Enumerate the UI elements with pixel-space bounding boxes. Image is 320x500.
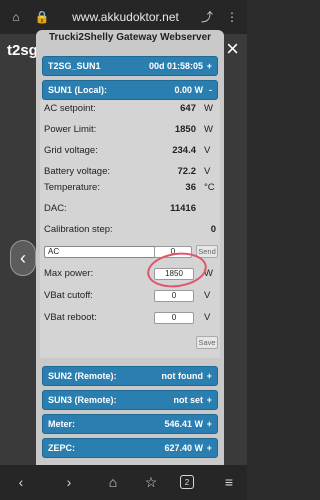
menu-icon[interactable]: ⋮ <box>224 9 240 25</box>
sun1-name: SUN1 (Local): <box>48 85 108 95</box>
mode-select[interactable]: AC ▼ <box>44 246 172 258</box>
vbat-reboot-input[interactable]: 0 <box>154 312 194 324</box>
lock-icon: 🔒 <box>34 10 50 24</box>
meter-bar[interactable]: Meter: 546.41 W + <box>42 414 218 434</box>
more-icon[interactable]: ≡ <box>220 474 238 490</box>
bar-label: SUN3 (Remote): <box>48 395 117 405</box>
gateway-panel: Trucki2Shelly Gateway Webserver T2SG_SUN… <box>36 30 224 470</box>
bar-label: Meter: <box>48 419 76 429</box>
row-ac-setpoint: AC setpoint: 647 W <box>42 101 218 117</box>
expand-icon[interactable]: + <box>207 391 212 409</box>
home-nav-icon[interactable]: ⌂ <box>104 474 122 490</box>
close-icon[interactable]: × <box>226 38 239 60</box>
row-label: Grid voltage: <box>44 145 98 156</box>
row-battery-voltage: Battery voltage: 72.2 V <box>42 164 218 180</box>
row-value: 72.2 <box>177 166 197 177</box>
collapse-icon[interactable]: - <box>209 81 212 99</box>
setting-label: VBat cutoff: <box>44 290 93 301</box>
share-icon[interactable]: ⤴ <box>199 9 215 25</box>
row-unit: V <box>204 166 211 177</box>
expand-icon[interactable]: + <box>207 367 212 385</box>
zepc-bar[interactable]: ZEPC: 627.40 W + <box>42 438 218 458</box>
setting-label: Max power: <box>44 268 94 279</box>
bar-value: 546.41 W <box>164 419 203 429</box>
row-value: 36 <box>185 182 196 193</box>
sun1-bar[interactable]: SUN1 (Local): 0.00 W - <box>42 80 218 100</box>
vbat-cutoff-input[interactable]: 0 <box>154 290 194 302</box>
sun3-bar[interactable]: SUN3 (Remote): not set + <box>42 390 218 410</box>
row-temperature: Temperature: 36 °C <box>42 180 218 196</box>
sun2-bar[interactable]: SUN2 (Remote): not found + <box>42 366 218 386</box>
row-label: Calibration step: <box>44 224 113 235</box>
row-value: 1850 <box>174 124 196 135</box>
setting-unit: V <box>204 290 211 301</box>
row-value: 647 <box>180 103 196 114</box>
expand-icon[interactable]: + <box>207 57 212 75</box>
row-label: Temperature: <box>44 182 100 193</box>
bar-value: not set <box>173 395 203 405</box>
device-bar[interactable]: T2SG_SUN1 00d 01:58:05 + <box>42 56 218 76</box>
previous-image-button[interactable]: ‹ <box>10 240 36 276</box>
row-label: Battery voltage: <box>44 166 111 177</box>
browser-toolbar: ⌂ 🔒 www.akkudoktor.net ⤴ ⋮ <box>0 0 247 34</box>
forward-icon[interactable]: › <box>60 474 78 490</box>
bar-value: 627.40 W <box>164 443 203 453</box>
row-unit: W <box>204 124 213 135</box>
setting-label: VBat reboot: <box>44 312 97 323</box>
home-icon[interactable]: ⌂ <box>8 9 24 25</box>
row-label: DAC: <box>44 203 67 214</box>
sun1-power: 0.00 W <box>174 85 203 95</box>
device-uptime: 00d 01:58:05 <box>148 61 203 71</box>
row-unit: W <box>204 103 213 114</box>
setting-unit: V <box>204 312 211 323</box>
row-calibration-step: Calibration step: 0 <box>42 222 218 238</box>
row-value: 234.4 <box>172 145 196 156</box>
row-power-limit: Power Limit: 1850 W <box>42 122 218 138</box>
row-grid-voltage: Grid voltage: 234.4 V <box>42 143 218 159</box>
bookmark-icon[interactable]: ☆ <box>142 474 160 490</box>
browser-nav-bar: ‹ › ⌂ ☆ 2 ≡ <box>0 465 247 500</box>
address-bar[interactable]: www.akkudoktor.net <box>58 9 193 25</box>
bar-label: ZEPC: <box>48 443 75 453</box>
expand-icon[interactable]: + <box>207 439 212 457</box>
mode-select-value: AC <box>48 247 60 256</box>
row-value: 0 <box>210 224 216 235</box>
back-icon[interactable]: ‹ <box>12 474 30 490</box>
panel-title: Trucki2Shelly Gateway Webserver <box>48 32 212 43</box>
tabs-icon[interactable]: 2 <box>180 475 194 489</box>
row-unit: °C <box>204 182 215 193</box>
row-label: AC setpoint: <box>44 103 96 114</box>
bar-label: SUN2 (Remote): <box>48 371 117 381</box>
bar-value: not found <box>161 371 203 381</box>
save-button[interactable]: Save <box>196 336 218 349</box>
row-dac: DAC: 11416 <box>42 201 218 217</box>
device-name: T2SG_SUN1 <box>48 61 101 71</box>
row-label: Power Limit: <box>44 124 97 135</box>
expand-icon[interactable]: + <box>207 415 212 433</box>
row-unit: V <box>204 145 211 156</box>
row-value: 11416 <box>170 203 196 214</box>
